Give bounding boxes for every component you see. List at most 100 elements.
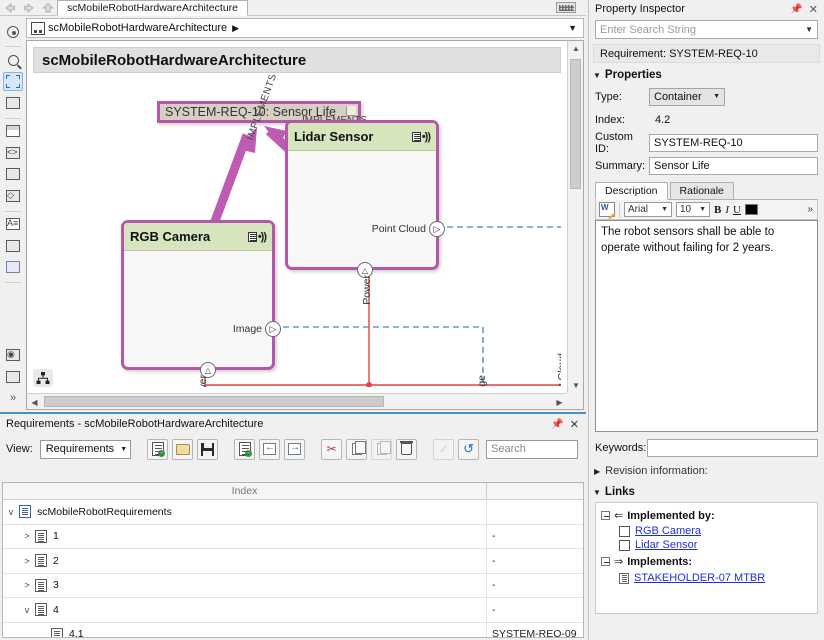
row-id-cell: - — [492, 603, 496, 616]
up-icon[interactable] — [40, 1, 56, 15]
custom-id-field[interactable]: SYSTEM-REQ-10 — [649, 133, 818, 152]
chevron-down-icon[interactable]: ▼ — [805, 25, 813, 34]
demote-icon[interactable] — [284, 438, 306, 460]
link-group-implemented-by[interactable]: ⇐ Implemented by: — [601, 509, 812, 522]
diagram-canvas[interactable]: SYSTEM-REQ-10: Sensor Life IMPLEMENTS Li… — [33, 75, 561, 387]
scroll-right-icon[interactable]: ▶ — [552, 394, 567, 409]
scroll-up-icon[interactable]: ▲ — [568, 41, 583, 56]
stateflow-icon[interactable]: ◇ — [3, 186, 23, 205]
link-item[interactable]: Lidar Sensor — [619, 539, 812, 551]
collapse-box-icon[interactable] — [601, 557, 610, 566]
more-options-icon[interactable]: » — [807, 204, 813, 215]
link-item[interactable]: STAKEHOLDER-07 MTBR — [619, 572, 812, 584]
requirements-table[interactable]: Index v scMobileRobotRequirements > 1 - … — [2, 482, 584, 638]
table-row[interactable]: > 3 - — [3, 573, 583, 598]
output-port-icon: ▷ — [265, 321, 281, 337]
scroll-left-icon[interactable]: ◀ — [27, 394, 42, 409]
document-tab[interactable]: scMobileRobotHardwareArchitecture — [57, 0, 248, 16]
canvas-horizontal-scrollbar[interactable]: ◀ ▶ — [27, 393, 567, 409]
zoom-selection-icon[interactable] — [3, 93, 23, 112]
area-icon[interactable] — [3, 257, 23, 276]
more-icon[interactable]: » — [3, 389, 23, 408]
open-in-word-icon[interactable] — [599, 202, 615, 217]
scroll-down-icon[interactable]: ▼ — [568, 378, 583, 393]
camera-icon[interactable]: ◉ — [3, 346, 23, 365]
type-value: Container — [654, 90, 702, 103]
reference-icon[interactable] — [3, 165, 23, 184]
requirement-icon[interactable]: A≡ — [3, 214, 23, 233]
bold-button[interactable]: B — [714, 204, 721, 216]
keyboard-shortcut-icon[interactable] — [556, 2, 576, 13]
expander-icon[interactable]: v — [3, 507, 19, 517]
pin-icon[interactable]: 📌 — [790, 4, 802, 15]
collapse-box-icon[interactable] — [601, 511, 610, 520]
check-icon[interactable]: ✓ — [433, 438, 455, 460]
font-size-dropdown[interactable]: 10 ▼ — [676, 202, 710, 217]
save-icon[interactable] — [197, 438, 219, 460]
hierarchy-icon[interactable] — [33, 369, 53, 387]
link-item[interactable]: RGB Camera — [619, 525, 812, 537]
port-point-cloud[interactable]: Point Cloud ▷ — [372, 221, 445, 237]
block-rgb-camera[interactable]: RGB Camera •)) Image ▷ △ — [121, 220, 281, 378]
cut-icon[interactable]: ✂ — [321, 438, 343, 460]
port-icon[interactable]: <> — [3, 143, 23, 162]
font-family-dropdown[interactable]: Arial ▼ — [624, 202, 672, 217]
link-label[interactable]: STAKEHOLDER-07 MTBR — [634, 572, 765, 584]
view-dropdown[interactable]: Requirements ▼ — [39, 439, 132, 459]
italic-button[interactable]: I — [725, 204, 729, 216]
tab-description[interactable]: Description — [595, 182, 668, 200]
expander-icon[interactable]: > — [19, 531, 35, 541]
table-row[interactable]: 4.1 SYSTEM-REQ-09 — [3, 622, 583, 637]
vertical-scroll-thumb[interactable] — [570, 59, 581, 189]
forward-icon[interactable] — [21, 1, 37, 15]
expander-icon[interactable]: v — [19, 605, 35, 615]
paste-icon[interactable] — [371, 438, 393, 460]
text-color-button[interactable] — [744, 204, 758, 215]
table-row[interactable]: > 1 - — [3, 524, 583, 549]
refresh-icon[interactable]: ↺ — [458, 438, 480, 460]
keywords-field[interactable] — [647, 439, 818, 457]
breadcrumb-dropdown-icon[interactable]: ▼ — [568, 23, 577, 33]
properties-section-header[interactable]: ▼ Properties — [593, 69, 824, 81]
delete-icon[interactable] — [396, 438, 418, 460]
row-label: 1 — [53, 530, 59, 543]
link-label[interactable]: Lidar Sensor — [635, 539, 697, 551]
component-icon[interactable] — [3, 122, 23, 141]
tab-rationale[interactable]: Rationale — [669, 182, 734, 199]
links-section-header[interactable]: ▼ Links — [593, 486, 824, 498]
block-lidar-sensor[interactable]: Lidar Sensor •)) Point Cloud ▷ △ — [285, 120, 445, 278]
underline-button[interactable]: U — [733, 204, 741, 216]
add-requirement-icon[interactable]: + — [234, 438, 256, 460]
expander-icon[interactable]: > — [19, 580, 35, 590]
link-group-implements[interactable]: ⇒ Implements: — [601, 555, 812, 568]
open-icon[interactable] — [172, 438, 194, 460]
link-label[interactable]: RGB Camera — [635, 525, 701, 537]
promote-icon[interactable] — [259, 438, 281, 460]
horizontal-scroll-thumb[interactable] — [44, 396, 384, 407]
table-row[interactable]: v scMobileRobotRequirements — [3, 500, 583, 525]
close-icon[interactable]: ✕ — [809, 3, 818, 16]
revision-information-section[interactable]: ▶ Revision information: — [594, 465, 824, 477]
fit-to-view-icon[interactable] — [3, 71, 23, 92]
revision-information-label: Revision information: — [605, 465, 708, 477]
close-icon[interactable]: ✕ — [570, 418, 579, 431]
legend-icon[interactable] — [3, 367, 23, 386]
type-dropdown[interactable]: Container ▼ — [649, 87, 725, 106]
copy-icon[interactable] — [346, 438, 368, 460]
requirements-search-input[interactable]: Search — [486, 439, 578, 459]
table-row[interactable]: v 4 - — [3, 598, 583, 623]
zoom-icon[interactable] — [3, 50, 23, 69]
table-row[interactable]: > 2 - — [3, 549, 583, 574]
description-textarea[interactable]: The robot sensors shall be able to opera… — [595, 220, 818, 432]
pin-icon[interactable]: 📌 — [551, 419, 563, 430]
property-search-input[interactable]: Enter Search String ▼ — [595, 20, 818, 39]
port-image[interactable]: Image ▷ — [233, 321, 281, 337]
expander-icon[interactable]: > — [19, 556, 35, 566]
summary-field[interactable]: Sensor Life — [649, 156, 818, 175]
back-icon[interactable] — [2, 1, 18, 15]
new-requirement-set-icon[interactable]: + — [147, 438, 169, 460]
breadcrumb[interactable]: scMobileRobotHardwareArchitecture ▶ ▼ — [26, 18, 584, 38]
pan-icon[interactable] — [3, 22, 23, 41]
image-icon[interactable] — [3, 236, 23, 255]
canvas-vertical-scrollbar[interactable]: ▲ ▼ — [567, 41, 583, 393]
